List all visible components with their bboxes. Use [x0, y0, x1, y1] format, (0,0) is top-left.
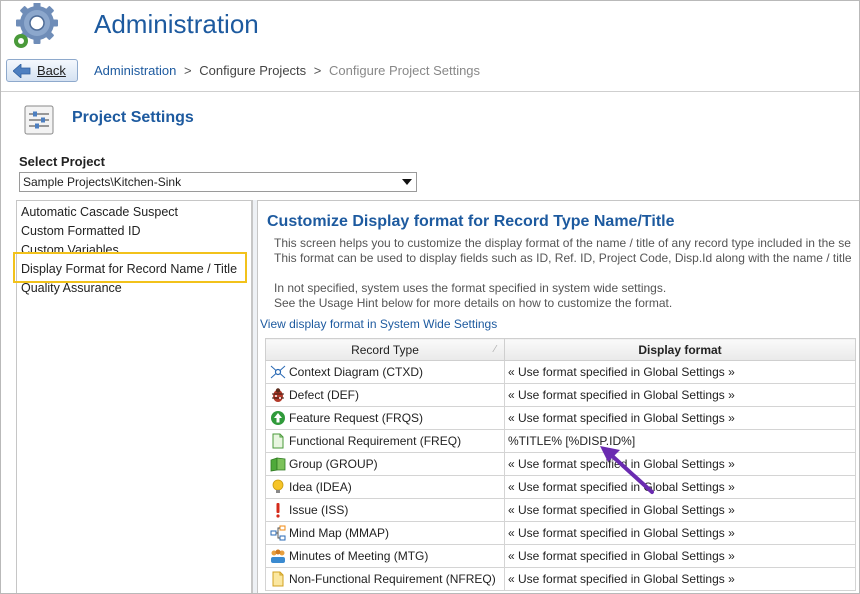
- idea-icon: [272, 479, 284, 493]
- group-icon: [270, 457, 286, 472]
- project-dropdown[interactable]: Sample Projects\Kitchen-Sink: [19, 172, 417, 192]
- record-type-name: Mind Map (MMAP): [289, 526, 390, 540]
- breadcrumb-configure-projects[interactable]: Configure Projects: [199, 63, 306, 78]
- sort-icon[interactable]: ⁄: [494, 344, 496, 355]
- section-title: Project Settings: [72, 109, 194, 126]
- back-button-label: Back: [37, 63, 66, 78]
- column-header-record-type[interactable]: Record Type ⁄: [265, 338, 505, 361]
- chevron-down-icon[interactable]: [398, 173, 416, 191]
- display-format-cell[interactable]: « Use format specified in Global Setting…: [504, 475, 856, 499]
- record-type-name: Group (GROUP): [289, 457, 378, 471]
- content-title: Customize Display format for Record Type…: [267, 213, 675, 230]
- record-type-name: Issue (ISS): [289, 503, 349, 517]
- description-line: In not specified, system uses the format…: [274, 281, 667, 295]
- description-line: This screen helps you to customize the d…: [274, 236, 851, 250]
- breadcrumb-current: Configure Project Settings: [329, 63, 481, 78]
- view-system-settings-link[interactable]: View display format in System Wide Setti…: [260, 317, 497, 331]
- menu-item-custom-variables[interactable]: Custom Variables: [21, 243, 119, 257]
- record-type-name: Non-Functional Requirement (NFREQ): [289, 572, 496, 586]
- settings-menu: Automatic Cascade Suspect Custom Formatt…: [16, 200, 252, 593]
- table-row[interactable]: Non-Functional Requirement (NFREQ) « Use…: [265, 567, 856, 591]
- feature-request-icon: [271, 411, 285, 425]
- display-format-cell[interactable]: « Use format specified in Global Setting…: [504, 498, 856, 522]
- display-format-cell[interactable]: « Use format specified in Global Setting…: [504, 360, 856, 384]
- display-format-cell[interactable]: « Use format specified in Global Setting…: [504, 521, 856, 545]
- admin-window: Administration Back Administration > Con…: [0, 0, 860, 594]
- back-button[interactable]: Back: [6, 59, 78, 82]
- table-row[interactable]: Feature Request (FRQS) « Use format spec…: [265, 406, 856, 430]
- table-row[interactable]: Issue (ISS) « Use format specified in Gl…: [265, 498, 856, 522]
- non-functional-requirement-icon: [272, 571, 284, 587]
- table-row[interactable]: Minutes of Meeting (MTG) « Use format sp…: [265, 544, 856, 568]
- table-row[interactable]: Defect (DEF) « Use format specified in G…: [265, 383, 856, 407]
- page-title: Administration: [94, 9, 259, 39]
- breadcrumb: Administration > Configure Projects > Co…: [94, 63, 480, 78]
- display-format-cell[interactable]: « Use format specified in Global Setting…: [504, 383, 856, 407]
- breadcrumb-separator: >: [184, 63, 192, 78]
- functional-requirement-icon: [272, 433, 284, 449]
- back-arrow-icon: [13, 63, 31, 78]
- table-row[interactable]: Mind Map (MMAP) « Use format specified i…: [265, 521, 856, 545]
- record-type-name: Defect (DEF): [289, 388, 360, 402]
- menu-item-quality-assurance[interactable]: Quality Assurance: [21, 281, 122, 295]
- display-format-cell[interactable]: « Use format specified in Global Setting…: [504, 452, 856, 476]
- display-format-cell[interactable]: « Use format specified in Global Setting…: [504, 406, 856, 430]
- display-format-cell[interactable]: %TITLE% [%DISP.ID%]: [504, 429, 856, 453]
- record-type-name: Functional Requirement (FREQ): [289, 434, 462, 448]
- column-header-display-format[interactable]: Display format: [504, 338, 856, 361]
- display-format-cell[interactable]: « Use format specified in Global Setting…: [504, 544, 856, 568]
- menu-item-display-format[interactable]: Display Format for Record Name / Title: [21, 262, 237, 276]
- record-type-name: Idea (IDEA): [289, 480, 352, 494]
- display-format-cell[interactable]: « Use format specified in Global Setting…: [504, 567, 856, 591]
- record-type-name: Feature Request (FRQS): [289, 411, 424, 425]
- project-dropdown-value: Sample Projects\Kitchen-Sink: [23, 175, 182, 189]
- menu-item-automatic-cascade-suspect[interactable]: Automatic Cascade Suspect: [21, 205, 178, 219]
- header-divider: [1, 91, 859, 92]
- record-type-table: Record Type ⁄ Display format Context Dia…: [265, 338, 856, 591]
- context-diagram-icon: [270, 365, 286, 379]
- breadcrumb-separator: >: [313, 63, 322, 78]
- minutes-of-meeting-icon: [271, 549, 285, 563]
- content-panel: Customize Display format for Record Type…: [258, 200, 859, 593]
- mind-map-icon: [270, 525, 286, 541]
- description-line: This format can be used to display field…: [274, 251, 852, 265]
- record-type-name: Context Diagram (CTXD): [289, 365, 424, 379]
- gear-logo-icon: [14, 3, 58, 48]
- column-header-label: Record Type: [351, 342, 419, 357]
- select-project-label: Select Project: [19, 154, 105, 169]
- defect-icon: [272, 388, 284, 402]
- table-row[interactable]: Functional Requirement (FREQ) %TITLE% [%…: [265, 429, 856, 453]
- table-row[interactable]: Group (GROUP) « Use format specified in …: [265, 452, 856, 476]
- issue-icon: [276, 503, 280, 518]
- menu-item-custom-formatted-id[interactable]: Custom Formatted ID: [21, 224, 140, 238]
- description-line: See the Usage Hint below for more detail…: [274, 296, 673, 310]
- settings-sliders-icon: [24, 105, 54, 135]
- table-row[interactable]: Idea (IDEA) « Use format specified in Gl…: [265, 475, 856, 499]
- table-row[interactable]: Context Diagram (CTXD) « Use format spec…: [265, 360, 856, 384]
- column-header-label: Display format: [638, 342, 722, 357]
- record-type-name: Minutes of Meeting (MTG): [289, 549, 429, 563]
- breadcrumb-administration[interactable]: Administration: [94, 63, 176, 78]
